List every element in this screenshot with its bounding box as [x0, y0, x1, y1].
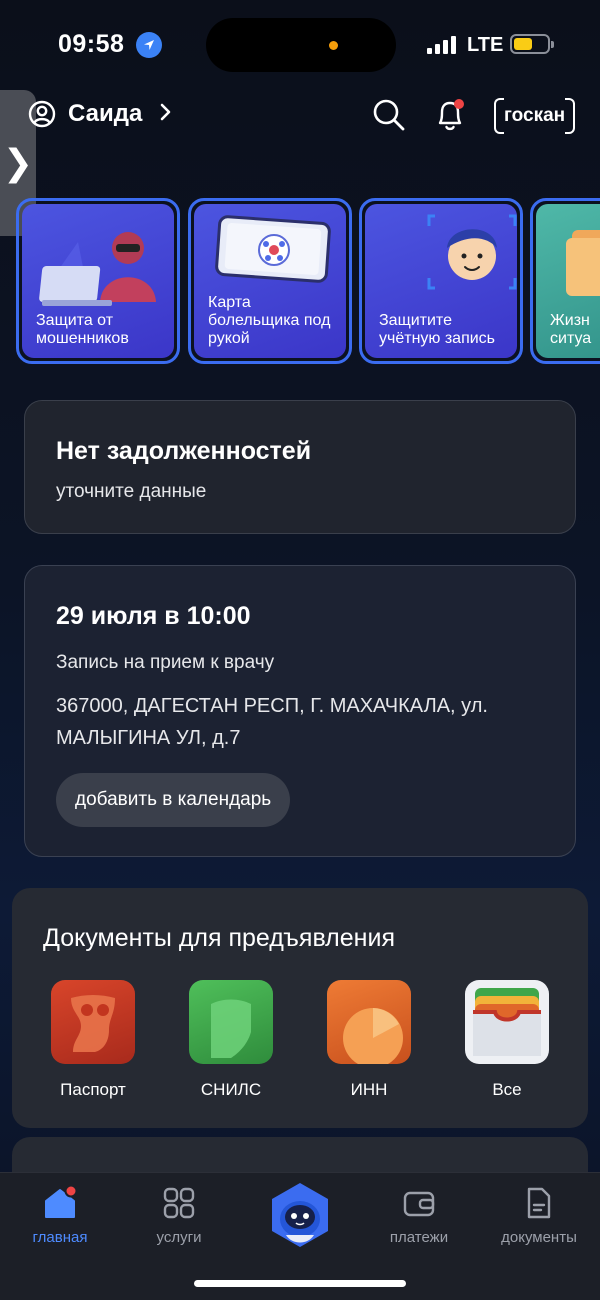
chevron-right-icon	[160, 100, 172, 128]
story-label: Карта болельщика под рукой	[208, 294, 331, 347]
passport-icon	[51, 980, 135, 1064]
appointment-address: 367000, ДАГЕСТАН РЕСП, Г. МАХАЧКАЛА, ул.…	[56, 695, 488, 749]
user-name: Саида	[68, 100, 143, 127]
battery-icon	[510, 34, 554, 54]
snils-shield-icon	[189, 980, 273, 1064]
status-time: 09:58	[58, 30, 125, 58]
inn-pie-icon	[327, 980, 411, 1064]
home-icon	[45, 1186, 77, 1218]
tab-label: платежи	[389, 1229, 449, 1246]
profile-link[interactable]: Саида	[28, 100, 172, 128]
network-type: LTE	[467, 34, 504, 56]
story-fraud-protection[interactable]: Защита от мошенников	[16, 198, 180, 364]
stories-carousel[interactable]: Защита от мошенников Карта болельщика по…	[16, 198, 600, 366]
face-scan-icon	[427, 214, 517, 290]
story-life-situations[interactable]: Жизн ситуа	[530, 198, 600, 364]
dynamic-island	[206, 18, 396, 72]
status-bar: 09:58 LTE	[0, 0, 600, 90]
document-name: ИНН	[350, 1080, 388, 1099]
assistant-robot-button[interactable]	[268, 1181, 332, 1251]
wallet-icon	[465, 980, 549, 1064]
signal-icon	[427, 36, 456, 54]
story-label: Защитите учётную запись	[379, 312, 496, 347]
story-account-protection[interactable]: Защитите учётную запись	[359, 198, 523, 364]
location-arrow-icon	[136, 32, 162, 58]
tab-label: услуги	[156, 1229, 202, 1246]
tab-services[interactable]: услуги	[124, 1185, 234, 1246]
user-circle-icon	[28, 100, 56, 128]
folder-icon	[566, 230, 600, 296]
hacker-illustration-icon	[39, 232, 156, 306]
search-icon[interactable]	[372, 98, 406, 137]
story-fan-card[interactable]: Карта болельщика под рукой	[188, 198, 352, 364]
home-indicator[interactable]	[194, 1280, 406, 1287]
app-header: Саида госкан	[0, 96, 600, 142]
chevron-right-icon: ❯	[2, 142, 34, 183]
debts-subtitle: уточните данные	[56, 481, 207, 502]
debts-title: Нет задолженностей	[56, 437, 312, 465]
wallet-outline-icon	[403, 1191, 435, 1217]
document-icon	[527, 1187, 551, 1219]
document-name: СНИЛС	[200, 1080, 262, 1099]
debts-card[interactable]: Нет задолженностей уточните данные	[24, 400, 576, 534]
tab-payments[interactable]: платежи	[364, 1185, 474, 1246]
documents-title: Документы для предъявления	[43, 924, 395, 952]
tab-home[interactable]: главная	[5, 1185, 115, 1246]
document-snils[interactable]: СНИЛС	[181, 980, 281, 1100]
robot-assistant-icon	[272, 1183, 328, 1247]
document-inn[interactable]: ИНН	[319, 980, 419, 1100]
document-passport[interactable]: Паспорт	[43, 980, 143, 1100]
tab-label: документы	[501, 1229, 577, 1246]
document-all[interactable]: Все	[457, 980, 557, 1100]
tab-documents[interactable]: документы	[484, 1185, 594, 1246]
tab-label: главная	[32, 1229, 88, 1246]
notifications-bell-icon[interactable]	[434, 98, 466, 139]
goskan-button[interactable]: госкан	[494, 98, 576, 134]
document-name: Все	[492, 1080, 522, 1099]
grid-icon	[163, 1187, 195, 1219]
fan-card-phone-icon	[215, 215, 331, 283]
goskan-label: госкан	[504, 105, 566, 126]
add-to-calendar-button[interactable]: добавить в календарь	[56, 773, 291, 827]
document-name: Паспорт	[60, 1080, 126, 1099]
appointment-date: 29 июля в 10:00	[56, 602, 251, 630]
appointment-description: Запись на прием к врачу	[56, 652, 275, 673]
appointment-card[interactable]: 29 июля в 10:00 Запись на прием к врачу …	[24, 565, 576, 857]
story-label: Жизн ситуа	[550, 312, 592, 347]
documents-card: Документы для предъявления Паспорт СНИЛС…	[12, 888, 588, 1128]
story-label: Защита от мошенников	[36, 312, 129, 347]
